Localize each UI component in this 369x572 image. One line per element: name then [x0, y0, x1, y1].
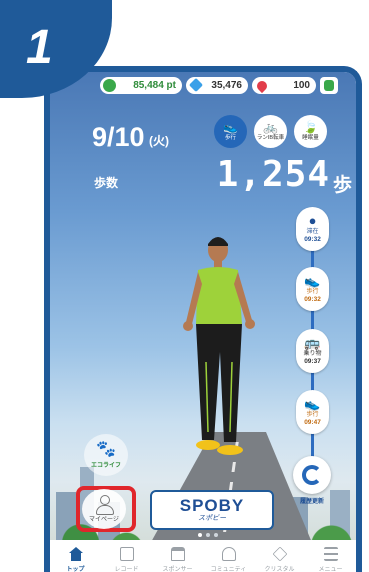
- home-icon: [68, 547, 83, 561]
- tab-sponsor[interactable]: スポンサー: [155, 547, 201, 572]
- drop-icon: [254, 78, 270, 93]
- crystal-icon: [272, 546, 287, 562]
- timeline-walk-1[interactable]: 👟 歩行 09:32: [296, 267, 329, 311]
- tab-community[interactable]: コミュニティ: [206, 547, 252, 572]
- steps-count: 1,254: [216, 154, 330, 195]
- page-indicator: [198, 533, 218, 537]
- mode-run-bike-button[interactable]: 🚲 ランIB転車: [254, 115, 287, 148]
- mode-sleep-button[interactable]: 🍃 睡眠量: [294, 115, 327, 148]
- tab-crystal[interactable]: クリスタル: [257, 546, 303, 572]
- shoe-icon: 👟: [304, 396, 321, 411]
- refresh-history-button[interactable]: [293, 456, 331, 494]
- person-icon: [96, 495, 114, 515]
- tab-label: レコード: [114, 567, 139, 572]
- paw-icon: 🐾: [96, 440, 116, 458]
- timeline-label: 歩行: [306, 412, 319, 418]
- drops-value: 100: [293, 79, 310, 91]
- tab-label: スポンサー: [162, 567, 193, 572]
- refresh-label: 履歴更新: [299, 499, 324, 505]
- spoby-subtitle: スポビー: [198, 515, 226, 522]
- leaf-icon: 🍃: [303, 120, 318, 134]
- tab-label: メニュー: [318, 567, 343, 572]
- current-weekday: (火): [149, 134, 169, 148]
- steps-unit: 歩: [332, 175, 352, 196]
- shop-icon: [170, 547, 185, 561]
- mode-label: ランIB転車: [256, 135, 285, 141]
- pin-icon: ●: [308, 213, 317, 228]
- tab-record[interactable]: レコード: [104, 547, 150, 572]
- refresh-icon: [302, 465, 322, 485]
- timeline-label: 歩行: [306, 289, 319, 295]
- gems-pill[interactable]: 35,476: [186, 76, 248, 94]
- users-icon: [221, 547, 236, 561]
- current-date: 9/10: [92, 122, 145, 152]
- points-value: 85,484 pt: [133, 79, 176, 91]
- mode-label: 睡眠量: [302, 135, 319, 141]
- tab-label: クリスタル: [264, 567, 295, 572]
- currency-bar: 85,484 pt 35,476 100: [50, 72, 356, 98]
- steps-label: 歩数: [94, 176, 119, 190]
- gem-icon: [188, 77, 204, 92]
- bicycle-run-icon: 🚲: [263, 120, 278, 134]
- mode-label: 歩行: [224, 135, 236, 141]
- shoe-icon: 👟: [304, 273, 321, 288]
- eco-life-button[interactable]: 🐾 エコライフ: [84, 434, 128, 476]
- inventory-button[interactable]: [320, 76, 338, 94]
- timeline-label: 乗り物: [303, 351, 322, 357]
- my-page-label: マイページ: [89, 517, 119, 523]
- timeline-label: 滞在: [306, 229, 319, 235]
- points-icon: [103, 78, 116, 92]
- eco-label: エコライフ: [90, 462, 121, 469]
- drops-pill[interactable]: 100: [252, 76, 316, 94]
- shoe-icon: 👟: [223, 120, 238, 134]
- timeline-time: 09:32: [304, 296, 321, 303]
- timeline-time: 09:32: [304, 236, 321, 243]
- timeline-vehicle[interactable]: 🚌 乗り物 09:37: [296, 329, 329, 373]
- bottom-nav: トップ レコード スポンサー コミュニティ クリスタル メニュー: [50, 540, 356, 572]
- app-screen: 85,484 pt 35,476 100 9/10 (火) 👟 歩行 🚲 ランI…: [50, 72, 356, 572]
- tab-label: トップ: [66, 567, 85, 572]
- my-page-button[interactable]: マイページ: [82, 489, 126, 529]
- timeline-stay[interactable]: ● 滞在 09:32: [296, 207, 329, 251]
- gems-value: 35,476: [211, 79, 242, 91]
- bus-icon: 🚌: [304, 335, 321, 350]
- menu-icon: [323, 547, 338, 561]
- timeline-time: 09:37: [304, 358, 321, 365]
- spoby-title: SPOBY: [179, 496, 245, 515]
- document-icon: [119, 547, 134, 561]
- timeline-time: 09:47: [304, 419, 321, 426]
- avatar-runner[interactable]: [162, 232, 272, 472]
- points-pill[interactable]: 85,484 pt: [100, 76, 182, 94]
- spoby-button[interactable]: SPOBY スポビー: [150, 490, 274, 530]
- step-number: 1: [26, 21, 53, 74]
- tab-menu[interactable]: メニュー: [308, 547, 354, 572]
- timeline-walk-2[interactable]: 👟 歩行 09:47: [296, 390, 329, 434]
- tab-top[interactable]: トップ: [53, 547, 99, 572]
- mode-walk-button[interactable]: 👟 歩行: [214, 115, 247, 148]
- phone-frame: 85,484 pt 35,476 100 9/10 (火) 👟 歩行 🚲 ランI…: [44, 66, 362, 572]
- tab-label: コミュニティ: [210, 567, 247, 572]
